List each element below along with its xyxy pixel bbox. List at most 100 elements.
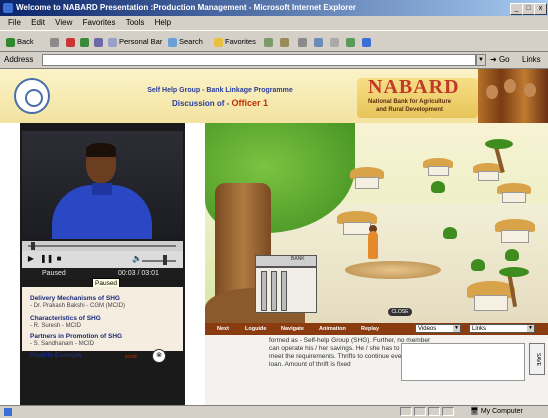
messenger-icon [346, 37, 355, 47]
stop-icon [66, 37, 75, 47]
discussion-title: Discussion of - Officer 1 [120, 98, 320, 108]
menu-favorites[interactable]: Favorites [83, 16, 116, 30]
edit-icon [314, 37, 323, 47]
video-screen[interactable] [22, 131, 183, 239]
speaker-collar [92, 183, 112, 195]
menu-view[interactable]: View [55, 16, 72, 30]
hut-icon [467, 281, 515, 311]
back-arrow-icon [6, 37, 15, 47]
topic-link[interactable]: Partners in Promotion of SHG [30, 333, 122, 340]
menu-tools[interactable]: Tools [126, 16, 145, 30]
topic-link[interactable]: Delivery Mechanisms of SHG [30, 295, 120, 302]
page-header: Self Help Group - Bank Linkage Programme… [0, 69, 548, 123]
page-status-icon [4, 408, 12, 416]
topic-link[interactable]: Characteristics of SHG [30, 315, 101, 322]
stop-media-icon[interactable]: ■ [54, 254, 64, 264]
security-zone: 🖥 My Computer [470, 408, 523, 415]
window-title: Welcome to NABARD Presentation :Producti… [16, 3, 356, 12]
play-icon[interactable]: ▶ [26, 254, 36, 264]
forward-button[interactable] [50, 35, 61, 48]
edit-button[interactable] [314, 35, 325, 48]
notes-textarea[interactable] [401, 343, 525, 381]
palm-leaves [485, 139, 513, 149]
pause-icon[interactable]: ❚❚ [40, 254, 53, 264]
discussion-prefix: Discussion of - [171, 99, 232, 108]
stop-button[interactable] [66, 35, 77, 48]
status-bar: 🖥 My Computer [0, 405, 548, 418]
meeting-platform [345, 261, 441, 279]
back-label: Back [17, 37, 34, 46]
personal-bar-button[interactable]: Personal Bar [108, 35, 162, 48]
favorites-button[interactable]: Favorites [214, 35, 256, 48]
hut-icon [350, 167, 384, 189]
address-bar: Address ▼ ➜ Go Links [0, 52, 548, 69]
chevron-down-icon: ▼ [527, 325, 534, 332]
refresh-button[interactable] [80, 35, 91, 48]
home-icon [94, 37, 103, 47]
nav-navigate[interactable]: Navigate [281, 323, 304, 335]
topic-link[interactable]: Reallife Example [30, 352, 82, 359]
videos-select-value: Videos [418, 326, 437, 332]
speaker-hair [86, 143, 116, 157]
forward-arrow-icon [50, 37, 59, 47]
scene-close-button[interactable]: CLOSE [388, 308, 412, 316]
media-icon [362, 37, 371, 47]
mute-icon[interactable]: 🔈 [132, 254, 142, 264]
mail-button[interactable] [280, 35, 291, 48]
hut-icon [495, 219, 535, 243]
personal-bar-label: Personal Bar [119, 37, 163, 46]
villager-figure [368, 231, 378, 259]
bush-icon [431, 181, 445, 193]
bank-building[interactable]: BANK [255, 255, 317, 313]
nav-animation[interactable]: Animation [319, 323, 346, 335]
menu-edit[interactable]: Edit [31, 16, 45, 30]
volume-thumb[interactable] [163, 255, 167, 265]
go-button[interactable]: ➜ Go [490, 55, 510, 64]
print-icon [298, 37, 307, 47]
topic-presenter: - S. Sandhanam - MCID [30, 341, 95, 347]
nav-loguide[interactable]: Loguide [245, 323, 266, 335]
status-panel [400, 407, 412, 416]
hut-icon [423, 158, 453, 176]
print-button[interactable] [298, 35, 309, 48]
favorites-label: Favorites [225, 37, 256, 46]
address-dropdown-button[interactable]: ▼ [476, 54, 486, 66]
links-select[interactable]: Links ▼ [469, 324, 535, 333]
menu-file[interactable]: File [8, 16, 21, 30]
ie-icon [3, 3, 13, 13]
videos-select[interactable]: Videos ▼ [415, 324, 461, 333]
topic-presenter: - Dr. Prakash Bakshi - CGM (MCID) [30, 303, 126, 309]
zone-label: My Computer [480, 408, 523, 415]
back-button[interactable]: Back [6, 35, 34, 48]
history-button[interactable] [264, 35, 275, 48]
programme-title: Self Help Group - Bank Linkage Programme [147, 87, 293, 94]
close-window-button[interactable]: x [534, 3, 547, 15]
volume-slider[interactable] [142, 255, 178, 265]
refresh-icon [80, 37, 89, 47]
nav-replay[interactable]: Replay [361, 323, 379, 335]
toolbar: Back Personal Bar Search Favorites [0, 30, 548, 52]
player-time: 00:03 / 03:01 [118, 270, 159, 277]
bank-roof [255, 255, 317, 267]
bank-column [281, 271, 287, 311]
messenger-button[interactable] [346, 35, 357, 48]
links-select-value: Links [472, 326, 487, 332]
home-button[interactable] [94, 35, 105, 48]
scroll-icon[interactable]: ⊗ [152, 349, 166, 363]
discuss-button[interactable] [330, 35, 341, 48]
nav-next[interactable]: Next [217, 323, 229, 335]
links-button[interactable]: Links [522, 55, 541, 64]
media-button[interactable] [362, 35, 373, 48]
menu-help[interactable]: Help [155, 16, 171, 30]
seek-thumb[interactable] [31, 242, 35, 250]
hut-icon [497, 183, 531, 203]
search-button[interactable]: Search [168, 35, 203, 48]
seek-track [28, 245, 176, 247]
personal-bar-icon [108, 37, 117, 47]
address-input[interactable] [42, 54, 476, 66]
save-button[interactable]: SAVE [529, 343, 545, 375]
seek-bar[interactable] [22, 241, 183, 251]
search-label: Search [179, 37, 203, 46]
brand-name: NABARD [368, 76, 460, 98]
topic-presenter: - R. Suresh - MCID [30, 323, 82, 329]
